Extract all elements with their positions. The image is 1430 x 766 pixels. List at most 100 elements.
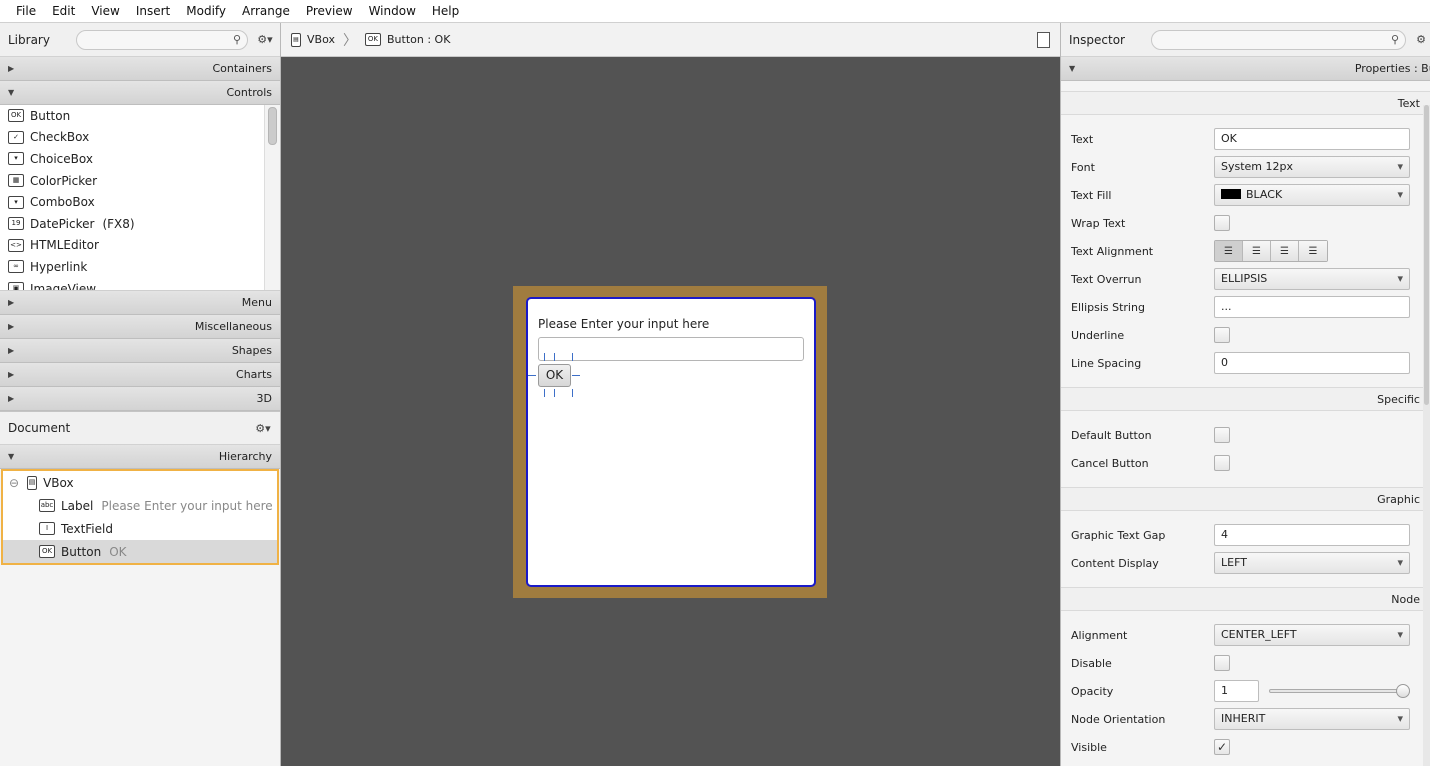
hyperlink-icon: ∞ — [8, 260, 24, 274]
tree-item-textfield[interactable]: I TextField — [3, 517, 277, 540]
graphic-text-gap-field[interactable]: 4 — [1214, 524, 1410, 546]
tree-item-detail: Please Enter your input here — [101, 498, 273, 513]
selection-handle[interactable] — [572, 353, 573, 361]
canvas-textfield[interactable] — [538, 337, 804, 361]
library-item-label: CheckBox — [30, 130, 90, 145]
menu-preview[interactable]: Preview — [306, 4, 353, 18]
selection-handle[interactable] — [572, 389, 573, 397]
opacity-slider-knob[interactable] — [1396, 684, 1410, 698]
design-canvas[interactable]: Please Enter your input here OK — [281, 57, 1060, 766]
library-item-colorpicker[interactable]: ▦ ColorPicker — [0, 170, 280, 192]
property-row-text-fill: Text Fill BLACK — [1061, 181, 1430, 209]
content-display-combo[interactable]: LEFT — [1214, 552, 1410, 574]
text-fill-color-picker[interactable]: BLACK — [1214, 184, 1410, 206]
underline-checkbox[interactable] — [1214, 327, 1230, 343]
library-item-imageview[interactable]: ▣ ImageView — [0, 278, 280, 290]
menu-modify[interactable]: Modify — [186, 4, 226, 18]
library-item-htmleditor[interactable]: <> HTMLEditor — [0, 235, 280, 257]
breadcrumb-vbox[interactable]: VBox — [307, 33, 335, 46]
text-field[interactable]: OK — [1214, 128, 1410, 150]
vbox-container[interactable]: Please Enter your input here OK — [526, 297, 816, 587]
inspector-gear-icon[interactable]: ⚙ — [1412, 33, 1430, 46]
library-section-2[interactable]: ▶ Shapes — [0, 339, 280, 363]
ellipsis-string-field[interactable]: ... — [1214, 296, 1410, 318]
selection-handle[interactable] — [544, 353, 545, 361]
library-item-hyperlink[interactable]: ∞ Hyperlink — [0, 256, 280, 278]
library-section-1[interactable]: ▼ Controls — [0, 81, 280, 105]
tree-item-label[interactable]: abc Label Please Enter your input here — [3, 494, 277, 517]
inspector-search-input[interactable]: ⚲ — [1151, 29, 1406, 50]
library-item-combobox[interactable]: ▾ ComboBox — [0, 191, 280, 213]
library-gear-icon[interactable]: ⚙▾ — [256, 33, 274, 46]
inspector-scrollbar[interactable] — [1423, 105, 1430, 766]
selection-handle[interactable] — [544, 389, 545, 397]
default-button-checkbox[interactable] — [1214, 427, 1230, 443]
section-label: Menu — [241, 296, 272, 309]
menu-help[interactable]: Help — [432, 4, 459, 18]
align-center-icon[interactable]: ☰ — [1243, 241, 1271, 261]
properties-section[interactable]: ▼Properties : Button — [1061, 57, 1430, 81]
alignment-combo[interactable]: CENTER_LEFT — [1214, 624, 1410, 646]
collapse-toggle-icon[interactable]: ⊖ — [9, 476, 19, 490]
library-item-datepicker[interactable]: 19 DatePicker (FX8) — [0, 213, 280, 235]
document-icon[interactable] — [1037, 32, 1050, 48]
selection-handle[interactable] — [554, 389, 555, 397]
imageview-icon: ▣ — [8, 282, 24, 290]
library-section-1[interactable]: ▶ Miscellaneous — [0, 315, 280, 339]
vbox-icon: ▤ — [27, 475, 38, 490]
menu-window[interactable]: Window — [369, 4, 416, 18]
library-section-0[interactable]: ▶ Menu — [0, 291, 280, 315]
line-spacing-field[interactable]: 0 — [1214, 352, 1410, 374]
selection-handle[interactable] — [528, 375, 536, 376]
opacity-slider[interactable] — [1269, 689, 1403, 693]
inspector-section-node[interactable]: Node — [1061, 587, 1430, 611]
align-justify-icon[interactable]: ☰ — [1299, 241, 1327, 261]
canvas-ok-button[interactable]: OK — [538, 364, 571, 387]
inspector-panel: Inspector ⚲ ⚙ ▼Properties : Button TextT… — [1060, 23, 1430, 766]
property-label: Visible — [1071, 740, 1107, 754]
align-right-icon[interactable]: ☰ — [1271, 241, 1299, 261]
font-combo[interactable]: System 12px — [1214, 156, 1410, 178]
library-section-3[interactable]: ▶ Charts — [0, 363, 280, 387]
menu-insert[interactable]: Insert — [136, 4, 170, 18]
label-icon: abc — [39, 499, 55, 512]
menu-edit[interactable]: Edit — [52, 4, 75, 18]
htmleditor-icon: <> — [8, 238, 24, 252]
hierarchy-section[interactable]: ▼ Hierarchy — [0, 445, 280, 469]
selection-handle[interactable] — [554, 353, 555, 361]
text-overrun-combo[interactable]: ELLIPSIS — [1214, 268, 1410, 290]
visible-checkbox[interactable]: ✓ — [1214, 739, 1230, 755]
opacity-field[interactable]: 1 — [1214, 680, 1259, 702]
expand-triangle-icon: ▼ — [8, 88, 15, 97]
library-section-0[interactable]: ▶ Containers — [0, 57, 280, 81]
tree-item-vbox[interactable]: ⊖ ▤ VBox — [3, 471, 277, 494]
library-search-input[interactable]: ⚲ — [76, 29, 248, 50]
controls-scrollbar[interactable] — [268, 107, 277, 145]
library-item-checkbox[interactable]: ✓ CheckBox — [0, 127, 280, 149]
library-item-button[interactable]: OK Button — [0, 105, 280, 127]
tree-item-button[interactable]: OK Button OK — [3, 540, 277, 563]
menu-file[interactable]: File — [16, 4, 36, 18]
inspector-section-graphic[interactable]: Graphic — [1061, 487, 1430, 511]
library-item-choicebox[interactable]: ▾ ChoiceBox — [0, 148, 280, 170]
breadcrumb-button[interactable]: Button : OK — [387, 33, 450, 46]
selection-handle[interactable] — [572, 375, 580, 376]
document-gear-icon[interactable]: ⚙▾ — [254, 422, 272, 435]
wrap-text-checkbox[interactable] — [1214, 215, 1230, 231]
color-name: BLACK — [1246, 188, 1283, 201]
disable-checkbox[interactable] — [1214, 655, 1230, 671]
property-row-ellipsis-string: Ellipsis String... — [1061, 293, 1430, 321]
section-label: Shapes — [231, 344, 272, 357]
align-left-icon[interactable]: ☰ — [1215, 241, 1243, 261]
node-orientation-combo[interactable]: INHERIT — [1214, 708, 1410, 730]
cancel-button-checkbox[interactable] — [1214, 455, 1230, 471]
menu-arrange[interactable]: Arrange — [242, 4, 290, 18]
canvas-label[interactable]: Please Enter your input here — [538, 317, 709, 331]
inspector-scroll-thumb[interactable] — [1424, 105, 1429, 405]
inspector-section-text[interactable]: Text — [1061, 91, 1430, 115]
inspector-section-specific[interactable]: Specific — [1061, 387, 1430, 411]
collapsed-triangle-icon: ▶ — [8, 64, 15, 73]
library-section-4[interactable]: ▶ 3D — [0, 387, 280, 411]
menu-view[interactable]: View — [91, 4, 119, 18]
property-row-wrap-text: Wrap Text — [1061, 209, 1430, 237]
